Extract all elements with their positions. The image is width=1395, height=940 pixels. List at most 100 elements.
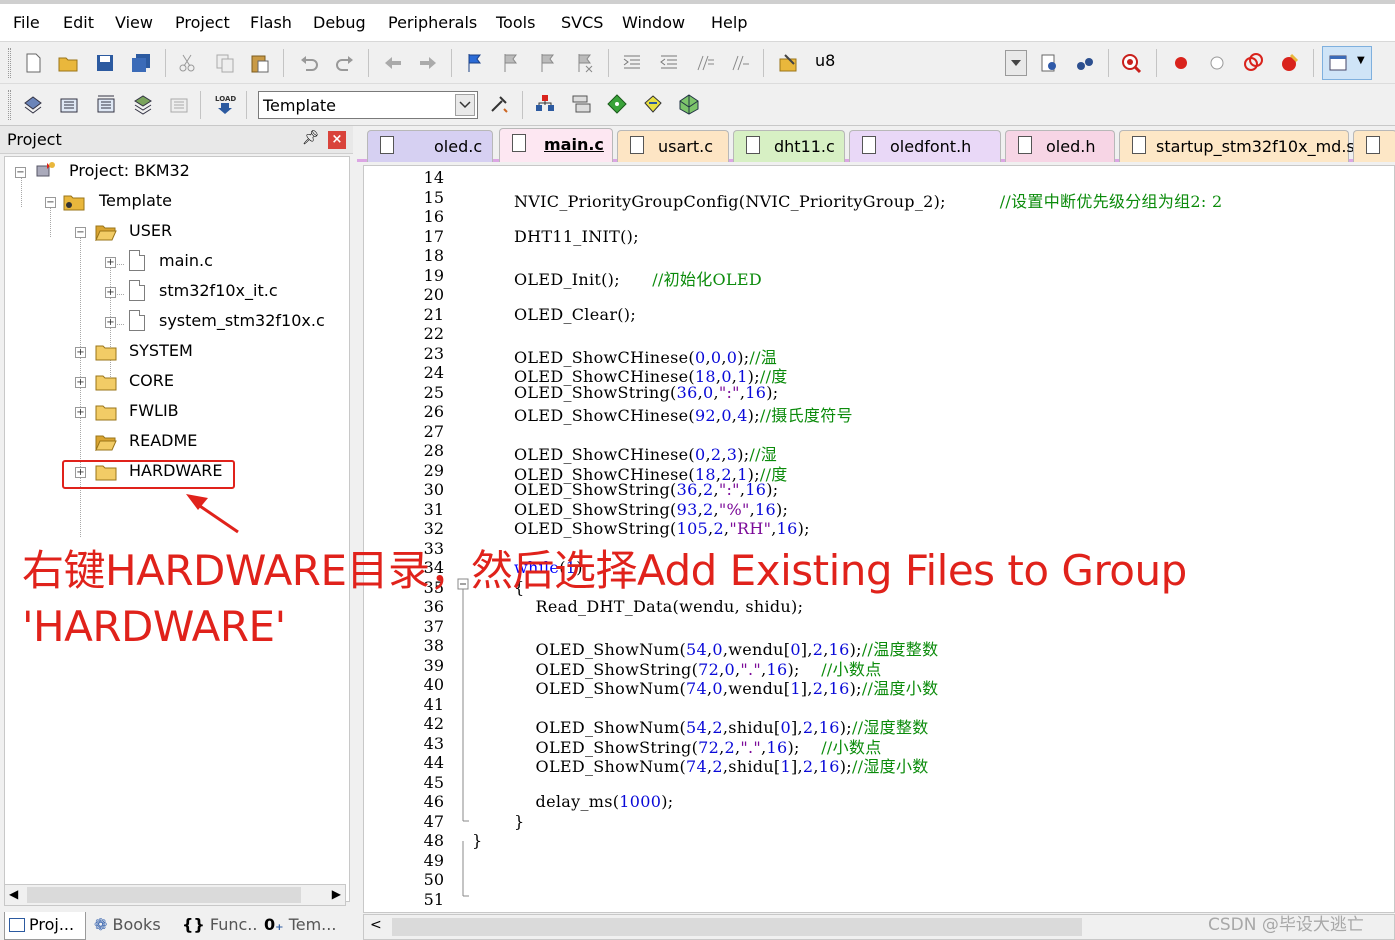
forward-arrow-icon[interactable] <box>415 50 441 76</box>
rebuild-icon[interactable] <box>93 91 119 117</box>
back-arrow-icon[interactable] <box>380 50 406 76</box>
code-line[interactable]: OLED_ShowString(36,2,":",16); <box>514 480 778 499</box>
download-load-icon[interactable]: LOAD <box>212 91 238 117</box>
undo-icon[interactable] <box>296 50 322 76</box>
next-bookmark-icon[interactable] <box>535 50 561 76</box>
toolbar-grip[interactable] <box>8 48 11 78</box>
breakpoint-icon[interactable] <box>1168 50 1194 76</box>
uncomment-icon[interactable] <box>727 50 753 76</box>
code-line[interactable]: OLED_ShowString(36,0,":",16); <box>514 383 778 402</box>
open-folder-icon[interactable] <box>55 50 81 76</box>
editor-tab-dht11-c[interactable]: dht11.c <box>733 130 845 162</box>
target-options-icon[interactable] <box>486 91 512 117</box>
menu-item-debug[interactable]: Debug <box>313 13 366 32</box>
pack-installer-icon[interactable] <box>676 91 702 117</box>
editor-tab-usart-c[interactable]: usart.c <box>617 130 729 162</box>
collapse-icon[interactable]: − <box>15 167 26 178</box>
scroll-left-icon[interactable]: < <box>370 917 382 933</box>
prev-bookmark-icon[interactable] <box>498 50 524 76</box>
disable-breakpoint-icon[interactable] <box>1204 50 1230 76</box>
code-line[interactable]: DHT11_INIT(); <box>514 227 639 246</box>
tab-functions[interactable]: {} Func... <box>178 912 258 940</box>
translate-icon[interactable] <box>20 91 46 117</box>
debug-session-icon[interactable] <box>1118 50 1144 76</box>
collapse-icon[interactable]: − <box>45 197 56 208</box>
bookmark-icon[interactable] <box>462 50 488 76</box>
window-layout-button[interactable]: ▼ <box>1322 46 1372 80</box>
paste-icon[interactable] <box>247 50 273 76</box>
redo-icon[interactable] <box>332 50 358 76</box>
collapse-icon[interactable]: − <box>75 227 86 238</box>
code-line[interactable]: OLED_ShowNum(74,2,shidu[1],2,16);//湿度小数 <box>514 753 929 777</box>
stop-build-icon[interactable] <box>166 91 192 117</box>
incremental-find-icon[interactable] <box>1036 50 1062 76</box>
editor-tab-startup-stm32f10x-md-s[interactable]: startup_stm32f10x_md.s <box>1119 130 1355 162</box>
expand-icon[interactable]: + <box>75 407 86 418</box>
save-icon[interactable] <box>92 50 118 76</box>
build-icon[interactable] <box>56 91 82 117</box>
copy-icon[interactable] <box>212 50 238 76</box>
menu-item-window[interactable]: Window <box>622 13 685 32</box>
expand-icon[interactable]: + <box>75 377 86 388</box>
tab-templates[interactable]: 0₊ Tem... <box>260 912 340 940</box>
save-all-icon[interactable] <box>128 50 154 76</box>
code-line[interactable]: OLED_ShowNum(74,0,wendu[1],2,16);//温度小数 <box>514 675 939 699</box>
find-combo-dropdown[interactable] <box>1005 50 1027 76</box>
expand-icon[interactable]: + <box>105 257 116 268</box>
menu-item-peripherals[interactable]: Peripherals <box>388 13 477 32</box>
code-line[interactable]: OLED_Clear(); <box>514 305 636 324</box>
code-line[interactable]: delay_ms(1000); <box>514 792 674 811</box>
expand-icon[interactable]: + <box>75 347 86 358</box>
toolbar-grip[interactable] <box>8 90 11 120</box>
code-line[interactable]: } <box>514 812 524 831</box>
select-packs-icon[interactable] <box>604 91 630 117</box>
pin-icon[interactable]: 📌︎ <box>302 130 320 146</box>
batch-build-icon[interactable] <box>130 91 156 117</box>
manage-rte-icon[interactable] <box>640 91 666 117</box>
editor-tab-oledfont-h[interactable]: oledfont.h <box>849 130 1001 162</box>
editor-tab-main-c[interactable]: main.c <box>499 128 613 162</box>
cut-icon[interactable] <box>174 50 200 76</box>
unindent-icon[interactable] <box>656 50 682 76</box>
code-line[interactable]: OLED_ShowString(93,2,"%",16); <box>514 500 788 519</box>
code-editor[interactable]: 14 15 16 17 18 19 20 21 22 23 24 25 26 27 28 29 30 31 32 33… <box>363 165 1395 913</box>
editor-tab-overflow[interactable] <box>1353 130 1395 162</box>
code-line[interactable]: } <box>472 831 482 850</box>
chevron-down-icon[interactable] <box>455 94 475 116</box>
code-line[interactable]: NVIC_PriorityGroupConfig(NVIC_PriorityGr… <box>514 188 1222 212</box>
tab-project[interactable]: Proj... <box>4 912 86 940</box>
menu-item-help[interactable]: Help <box>711 13 747 32</box>
disable-all-breakpoints-icon[interactable] <box>1240 50 1266 76</box>
scrollbar-thumb[interactable] <box>27 887 301 903</box>
find-binoculars-icon[interactable] <box>1072 50 1098 76</box>
code-line[interactable]: OLED_ShowString(105,2,"RH",16); <box>514 519 810 538</box>
code-line[interactable]: OLED_ShowCHinese(92,0,4);//摄氏度符号 <box>514 402 853 426</box>
tree-horizontal-scrollbar[interactable]: ◀ ▶ <box>4 884 346 906</box>
target-select[interactable]: Template <box>258 91 478 119</box>
menu-item-tools[interactable]: Tools <box>496 13 535 32</box>
tab-books[interactable]: ❁ Books <box>90 912 174 940</box>
menu-item-project[interactable]: Project <box>175 13 230 32</box>
clear-bookmarks-icon[interactable] <box>572 50 598 76</box>
new-file-icon[interactable] <box>20 50 46 76</box>
menu-item-edit[interactable]: Edit <box>63 13 94 32</box>
menu-item-svcs[interactable]: SVCS <box>561 13 603 32</box>
find-in-files-icon[interactable] <box>775 50 801 76</box>
manage-project-items-icon[interactable] <box>568 91 594 117</box>
scroll-left-icon[interactable]: ◀ <box>9 887 18 901</box>
scrollbar-thumb[interactable] <box>392 918 1082 936</box>
scroll-right-icon[interactable]: ▶ <box>332 887 341 901</box>
expand-icon[interactable]: + <box>105 287 116 298</box>
kill-all-breakpoints-icon[interactable] <box>1276 50 1302 76</box>
close-panel-button[interactable]: × <box>328 131 346 149</box>
menu-item-file[interactable]: File <box>13 13 40 32</box>
expand-icon[interactable]: + <box>105 317 116 328</box>
menu-item-flash[interactable]: Flash <box>250 13 292 32</box>
menu-item-view[interactable]: View <box>115 13 153 32</box>
file-extensions-icon[interactable] <box>532 91 558 117</box>
indent-icon[interactable] <box>619 50 645 76</box>
editor-tab-oled-c[interactable]: oled.c <box>367 130 493 162</box>
editor-tab-oled-h[interactable]: oled.h <box>1005 130 1115 162</box>
comment-icon[interactable] <box>692 50 718 76</box>
code-line[interactable]: OLED_Init(); //初始化OLED <box>514 266 762 290</box>
